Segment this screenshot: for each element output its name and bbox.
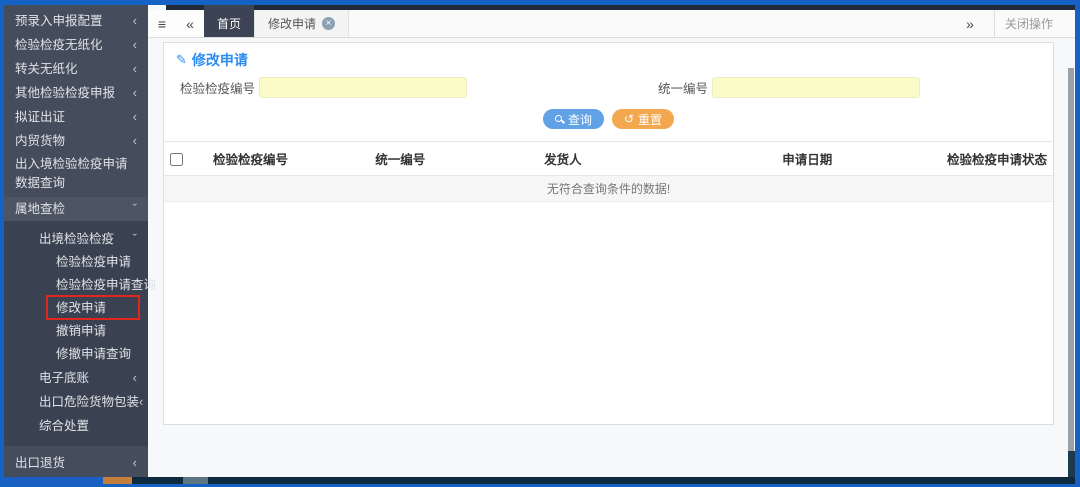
sidebar-item-label: 出入境检验检疫申请数据查询 bbox=[15, 155, 137, 193]
sidebar-item-label: 转关无纸化 bbox=[15, 57, 78, 81]
sidebar-item-label: 出口危险货物包装 bbox=[39, 390, 139, 414]
sidebar-item-label: 属地查检 bbox=[15, 197, 65, 221]
unified-number-field-group: 统一编号 bbox=[658, 77, 920, 98]
sidebar-item-prerecord-config[interactable]: 预录入申报配置 ‹ bbox=[4, 9, 148, 33]
close-tab-icon[interactable]: × bbox=[322, 17, 335, 30]
tab-label: 首页 bbox=[217, 15, 241, 32]
tab-modify-apply[interactable]: 修改申请 × bbox=[254, 10, 349, 37]
sidebar-submenu-local-inspection: 出境检验检疫 ˇ 检验检疫申请 检验检疫申请查询 修改申请 撤销申请 修撤申请查… bbox=[4, 221, 148, 446]
search-button[interactable]: 查询 bbox=[543, 109, 604, 129]
empty-row: 无符合查询条件的数据! bbox=[164, 176, 1053, 202]
sidebar-item-ciq-apply-query[interactable]: 检验检疫申请查询 bbox=[4, 274, 148, 297]
sidebar-item-domestic-goods[interactable]: 内贸货物 ‹ bbox=[4, 129, 148, 153]
col-consignor: 发货人 bbox=[538, 142, 776, 176]
sidebar-item-comprehensive-disposal[interactable]: 综合处置 bbox=[4, 414, 148, 438]
tabbar-spacer bbox=[349, 10, 956, 37]
tab-home[interactable]: 首页 bbox=[204, 5, 254, 37]
chevron-down-icon: ˇ bbox=[133, 227, 137, 251]
sidebar-item-label: 其他检验检疫申报 bbox=[15, 81, 115, 105]
results-table: 检验检疫编号 统一编号 发货人 申请日期 检验检疫申请状态 无符合查询条件的数据… bbox=[164, 141, 1053, 202]
reset-button-label: 重置 bbox=[638, 111, 662, 128]
sidebar-nav: 预录入申报配置 ‹ 检验检疫无纸化 ‹ 转关无纸化 ‹ 其他检验检疫申报 ‹ 拟… bbox=[4, 5, 148, 484]
chevron-left-icon: ‹ bbox=[133, 57, 137, 81]
hstrip-segment bbox=[183, 477, 208, 484]
search-form: 检验检疫编号 统一编号 bbox=[164, 77, 1053, 103]
collapse-tabs-icon[interactable]: « bbox=[176, 10, 204, 37]
sidebar-item-ciq-paperless[interactable]: 检验检疫无纸化 ‹ bbox=[4, 33, 148, 57]
chevron-left-icon: ‹ bbox=[133, 129, 137, 153]
tab-label: 修改申请 bbox=[268, 15, 316, 32]
chevron-left-icon: ‹ bbox=[133, 81, 137, 105]
sidebar-item-export-return[interactable]: 出口退货 ‹ bbox=[4, 451, 148, 475]
sidebar-item-eledger[interactable]: 电子底账 ‹ bbox=[4, 366, 148, 390]
sidebar-item-label: 检验检疫申请查询 bbox=[56, 274, 156, 297]
page-title: 修改申请 bbox=[192, 50, 248, 70]
unified-number-label: 统一编号 bbox=[658, 78, 708, 97]
form-buttons: 查询 ↺ 重置 bbox=[164, 109, 1053, 129]
sidebar-item-ciq-data-query[interactable]: 出入境检验检疫申请数据查询 bbox=[4, 153, 148, 197]
sidebar-item-label: 撤销申请 bbox=[56, 320, 106, 343]
horizontal-scrollbar[interactable] bbox=[4, 477, 1075, 484]
sidebar-item-cancel-apply[interactable]: 撤销申请 bbox=[4, 320, 148, 343]
sidebar-item-label: 检验检疫申请 bbox=[56, 251, 131, 274]
col-ciq-number: 检验检疫编号 bbox=[207, 142, 369, 176]
empty-message: 无符合查询条件的数据! bbox=[164, 176, 1053, 202]
content-area: ✎ 修改申请 检验检疫编号 统一编号 查询 bbox=[148, 38, 1075, 484]
search-icon bbox=[555, 115, 564, 124]
chevron-left-icon: ‹ bbox=[133, 105, 137, 129]
sidebar-item-dangerous-goods-packing[interactable]: 出口危险货物包装 ‹ bbox=[4, 390, 148, 414]
sidebar-item-local-inspection[interactable]: 属地查检 ˇ bbox=[4, 197, 148, 221]
menu-icon[interactable]: ≡ bbox=[148, 10, 176, 37]
reset-icon: ↺ bbox=[624, 112, 634, 126]
sidebar-item-label: 出口退货 bbox=[15, 451, 65, 475]
chevron-left-icon: ‹ bbox=[133, 33, 137, 57]
sidebar-item-label: 拟证出证 bbox=[15, 105, 65, 129]
tab-bar: ≡ « 首页 修改申请 × » 关闭操作 bbox=[148, 10, 1075, 38]
sidebar-item-other-ciq-declare[interactable]: 其他检验检疫申报 ‹ bbox=[4, 81, 148, 105]
sidebar-item-cert-issue[interactable]: 拟证出证 ‹ bbox=[4, 105, 148, 129]
ciq-number-label: 检验检疫编号 bbox=[180, 78, 255, 97]
hstrip-segment bbox=[4, 477, 103, 484]
sidebar-item-label: 内贸货物 bbox=[15, 129, 65, 153]
panel-title: ✎ 修改申请 bbox=[164, 43, 1053, 73]
modify-apply-panel: ✎ 修改申请 检验检疫编号 统一编号 查询 bbox=[163, 42, 1054, 425]
unified-number-input[interactable] bbox=[712, 77, 920, 98]
chevron-left-icon: ‹ bbox=[133, 366, 137, 390]
close-operations-button[interactable]: 关闭操作 bbox=[1005, 15, 1075, 32]
select-all-checkbox[interactable] bbox=[170, 153, 183, 166]
main-area: ≡ « 首页 修改申请 × » 关闭操作 ✎ 修改申请 bbox=[148, 5, 1075, 484]
reset-button[interactable]: ↺ 重置 bbox=[612, 109, 674, 129]
sidebar-item-label: 出境检验检疫 bbox=[39, 227, 114, 251]
chevron-left-icon: ‹ bbox=[133, 451, 137, 475]
hstrip-segment bbox=[103, 477, 132, 484]
tabbar-right: » 关闭操作 bbox=[956, 10, 1075, 37]
col-apply-status: 检验检疫申请状态 bbox=[941, 142, 1053, 176]
chevron-left-icon: ‹ bbox=[139, 390, 143, 414]
app-window: 预录入申报配置 ‹ 检验检疫无纸化 ‹ 转关无纸化 ‹ 其他检验检疫申报 ‹ 拟… bbox=[4, 5, 1075, 484]
chevron-down-icon: ˇ bbox=[133, 197, 137, 221]
ciq-number-field-group: 检验检疫编号 bbox=[180, 77, 467, 98]
col-unified-number: 统一编号 bbox=[369, 142, 538, 176]
sidebar-item-label: 预录入申报配置 bbox=[15, 9, 103, 33]
sidebar-item-label: 检验检疫无纸化 bbox=[15, 33, 103, 57]
sidebar-item-modify-cancel-query[interactable]: 修撤申请查询 bbox=[4, 343, 148, 366]
edit-icon: ✎ bbox=[176, 52, 187, 68]
expand-tabs-icon[interactable]: » bbox=[956, 16, 984, 32]
sidebar-item-ciq-apply[interactable]: 检验检疫申请 bbox=[4, 251, 148, 274]
table-header-row: 检验检疫编号 统一编号 发货人 申请日期 检验检疫申请状态 bbox=[164, 142, 1053, 176]
sidebar-item-label: 综合处置 bbox=[39, 414, 89, 438]
ciq-number-input[interactable] bbox=[259, 77, 467, 98]
sidebar-item-label: 电子底账 bbox=[39, 366, 89, 390]
sidebar-item-label: 修改申请 bbox=[56, 297, 106, 320]
col-apply-date: 申请日期 bbox=[776, 142, 941, 176]
search-button-label: 查询 bbox=[568, 111, 592, 128]
sidebar-item-modify-apply[interactable]: 修改申请 bbox=[4, 297, 148, 320]
chevron-left-icon: ‹ bbox=[133, 9, 137, 33]
sidebar-item-label: 修撤申请查询 bbox=[56, 343, 131, 366]
divider bbox=[994, 10, 995, 37]
vertical-scrollbar[interactable] bbox=[1068, 68, 1074, 474]
sidebar-item-exit-ciq[interactable]: 出境检验检疫 ˇ bbox=[4, 227, 148, 251]
scrollbar-corner bbox=[1068, 451, 1075, 477]
sidebar-item-transit-paperless[interactable]: 转关无纸化 ‹ bbox=[4, 57, 148, 81]
